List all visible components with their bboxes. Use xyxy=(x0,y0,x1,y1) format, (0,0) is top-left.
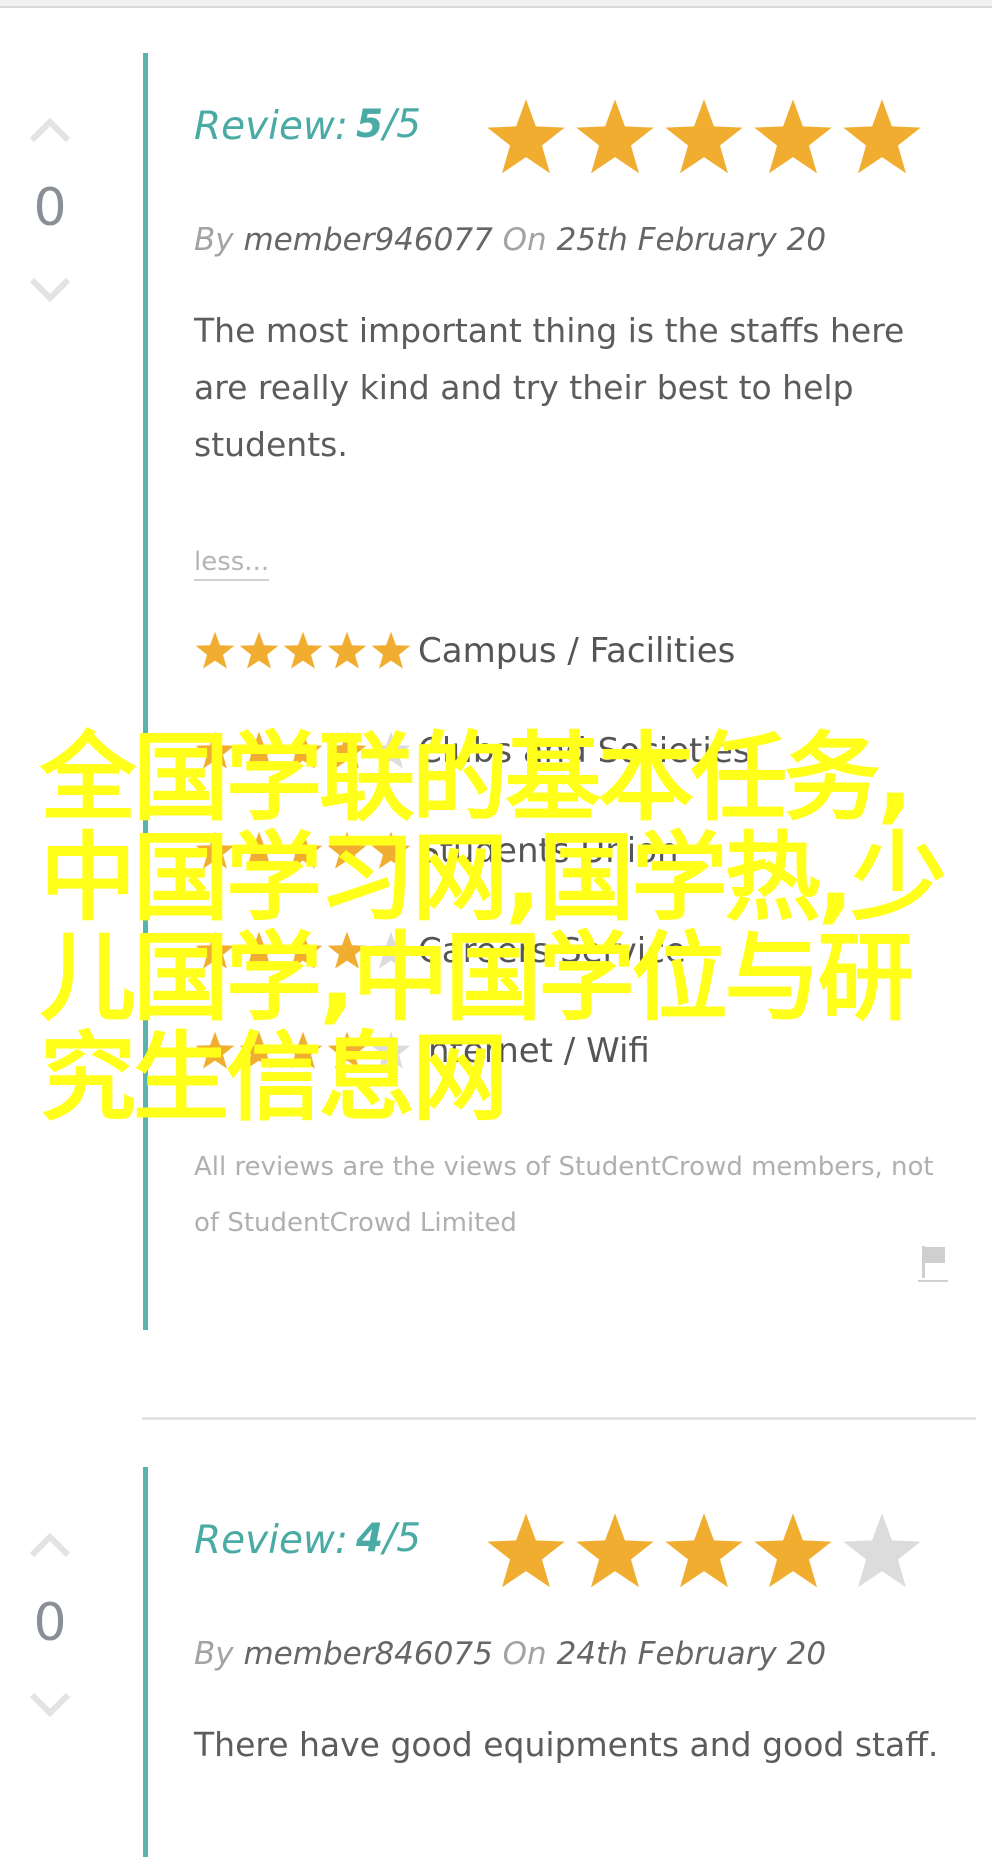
star-filled-icon xyxy=(371,831,411,869)
star-filled-icon xyxy=(327,831,367,869)
vote-widget: 0 xyxy=(18,112,82,308)
review-date: 24th February 20 xyxy=(556,1636,827,1672)
category-stars xyxy=(194,630,424,672)
review-date: 25th February 20 xyxy=(556,222,827,258)
star-filled-icon xyxy=(327,731,367,769)
chevron-up-icon[interactable] xyxy=(26,1527,74,1561)
overall-rating-stars xyxy=(484,1510,924,1594)
star-filled-icon xyxy=(754,99,832,174)
flag-icon[interactable] xyxy=(918,1242,948,1282)
review-card: Review: 5/5 By member946077 On 25th Febr… xyxy=(194,96,954,1251)
review-score: 5/5 xyxy=(356,102,422,147)
top-divider xyxy=(0,0,992,8)
review-card: Review: 4/5 By member846075 On 24th Febr… xyxy=(194,1510,954,1773)
review-accent-bar xyxy=(143,1467,148,1857)
star-filled-icon xyxy=(665,99,743,174)
star-empty-icon xyxy=(371,931,411,969)
category-stars xyxy=(194,1030,424,1072)
category-label: Careers Service xyxy=(418,931,686,971)
review-byline: By member946077 On 25th February 20 xyxy=(194,222,954,258)
overall-rating-stars xyxy=(484,96,924,180)
star-empty-icon xyxy=(843,1513,921,1588)
category-row: Clubs and Societies xyxy=(194,701,954,801)
category-row: Internet / Wifi xyxy=(194,1001,954,1101)
star-filled-icon xyxy=(665,1513,743,1588)
chevron-down-icon[interactable] xyxy=(26,274,74,308)
category-stars xyxy=(194,930,424,972)
star-filled-icon xyxy=(239,931,279,969)
review-header: Review: 4/5 xyxy=(194,1510,954,1600)
category-row: Campus / Facilities xyxy=(194,601,954,701)
category-row: Students Union xyxy=(194,801,954,901)
category-label: Students Union xyxy=(418,831,679,871)
review-label: Review: xyxy=(194,104,349,149)
member-name[interactable]: member946077 xyxy=(243,222,492,258)
review-separator xyxy=(142,1417,976,1420)
star-empty-icon xyxy=(371,731,411,769)
on-label: On xyxy=(502,1636,547,1672)
star-filled-icon xyxy=(195,831,235,869)
review-text: There have good equipments and good staf… xyxy=(194,1725,939,1764)
star-filled-icon xyxy=(327,1031,367,1069)
review-label: Review: xyxy=(194,1518,349,1563)
star-filled-icon xyxy=(754,1513,832,1588)
star-filled-icon xyxy=(576,1513,654,1588)
chevron-up-icon[interactable] xyxy=(26,112,74,146)
less-link[interactable]: less... xyxy=(194,547,270,581)
vote-widget: 0 xyxy=(18,1527,82,1723)
by-label: By xyxy=(194,1636,234,1672)
star-filled-icon xyxy=(283,731,323,769)
star-filled-icon xyxy=(239,631,279,669)
review-byline: By member846075 On 24th February 20 xyxy=(194,1636,954,1672)
category-label: Clubs and Societies xyxy=(418,731,751,771)
review-header: Review: 5/5 xyxy=(194,96,954,186)
star-filled-icon xyxy=(195,631,235,669)
category-label: Campus / Facilities xyxy=(418,631,736,671)
star-filled-icon xyxy=(487,99,565,174)
member-name[interactable]: member846075 xyxy=(243,1636,492,1672)
star-filled-icon xyxy=(239,731,279,769)
star-filled-icon xyxy=(283,931,323,969)
star-filled-icon xyxy=(283,1031,323,1069)
review-score: 4/5 xyxy=(356,1516,422,1561)
star-filled-icon xyxy=(327,931,367,969)
star-filled-icon xyxy=(371,631,411,669)
category-stars xyxy=(194,830,424,872)
chevron-down-icon[interactable] xyxy=(26,1689,74,1723)
review-text: The most important thing is the staffs h… xyxy=(194,311,905,464)
disclaimer-text: All reviews are the views of StudentCrow… xyxy=(194,1152,934,1238)
category-row: Careers Service xyxy=(194,901,954,1001)
vote-count: 0 xyxy=(33,178,67,238)
star-filled-icon xyxy=(576,99,654,174)
star-empty-icon xyxy=(371,1031,411,1069)
category-ratings: Campus / Facilities Clubs and Societies … xyxy=(194,601,954,1101)
category-stars xyxy=(194,730,424,772)
star-filled-icon xyxy=(195,1031,235,1069)
by-label: By xyxy=(194,222,234,258)
star-filled-icon xyxy=(195,931,235,969)
category-label: Internet / Wifi xyxy=(418,1031,650,1071)
star-filled-icon xyxy=(843,99,921,174)
star-filled-icon xyxy=(239,831,279,869)
star-filled-icon xyxy=(283,631,323,669)
vote-count: 0 xyxy=(33,1593,67,1653)
star-filled-icon xyxy=(283,831,323,869)
on-label: On xyxy=(502,222,547,258)
star-filled-icon xyxy=(239,1031,279,1069)
star-filled-icon xyxy=(327,631,367,669)
star-filled-icon xyxy=(487,1513,565,1588)
review-accent-bar xyxy=(143,53,148,1330)
star-filled-icon xyxy=(195,731,235,769)
